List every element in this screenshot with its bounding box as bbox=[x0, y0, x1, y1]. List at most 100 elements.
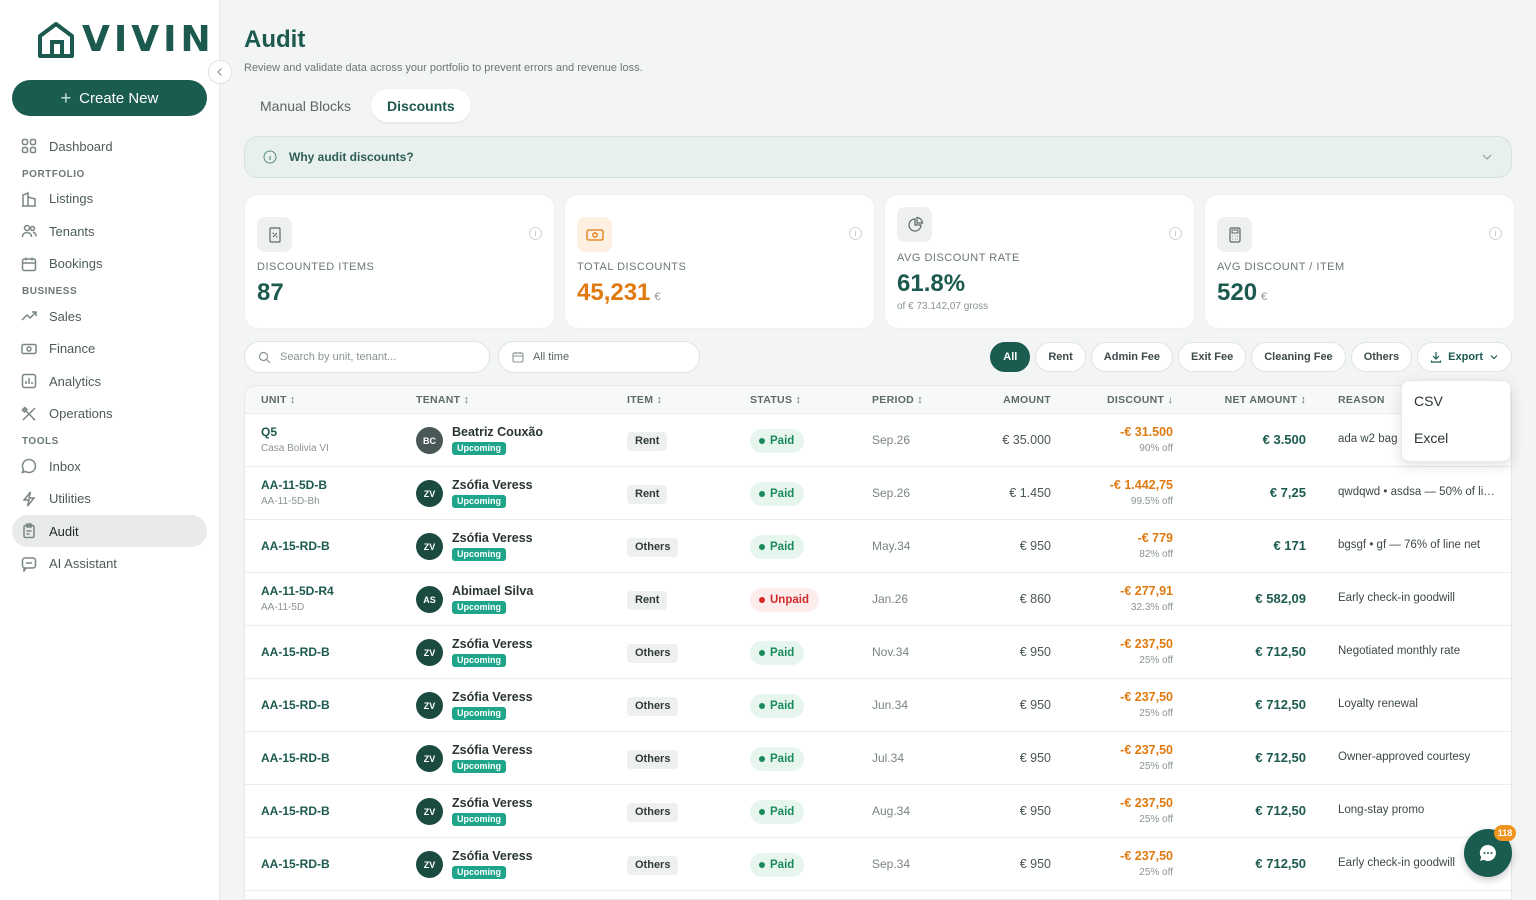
chip-rent[interactable]: Rent bbox=[1035, 342, 1086, 372]
unit-link[interactable]: AA-15-RD-B bbox=[261, 539, 330, 553]
discount-percent: 25% off bbox=[1139, 655, 1173, 666]
currency-unit: € bbox=[654, 291, 661, 303]
sidebar-item-label: Finance bbox=[49, 341, 96, 356]
chip-all[interactable]: All bbox=[990, 342, 1031, 372]
sidebar-item-inbox[interactable]: Inbox bbox=[12, 450, 207, 482]
chip-exit-fee[interactable]: Exit Fee bbox=[1178, 342, 1247, 372]
sidebar-item-dashboard[interactable]: Dashboard bbox=[12, 130, 207, 162]
table-row[interactable]: AA-15-RD-B ZV Zsófia Veress Upcoming Others P… bbox=[245, 520, 1511, 573]
unit-link[interactable]: AA-15-RD-B bbox=[261, 857, 330, 871]
table-row[interactable]: AA-15-RD-B ZV Zsófia Veress Upcoming Others P… bbox=[245, 732, 1511, 785]
table-row[interactable]: AA-15-RD-B ZV Zsófia Veress Upcoming Others P… bbox=[245, 679, 1511, 732]
tenant-name[interactable]: Zsófia Veress bbox=[452, 796, 533, 810]
sidebar-item-label: Utilities bbox=[49, 491, 91, 506]
tenant-name[interactable]: Zsófia Veress bbox=[452, 531, 533, 545]
sidebar-item-listings[interactable]: Listings bbox=[12, 183, 207, 215]
header-status[interactable]: STATUS ↕ bbox=[750, 394, 801, 406]
sidebar-item-finance[interactable]: Finance bbox=[12, 333, 207, 365]
sidebar-item-audit[interactable]: Audit bbox=[12, 515, 207, 547]
cash-icon bbox=[577, 217, 612, 252]
tenant-name[interactable]: Zsófia Veress bbox=[452, 690, 533, 704]
unit-link[interactable]: AA-15-RD-B bbox=[261, 645, 330, 659]
period: May.34 bbox=[872, 539, 911, 553]
sidebar-item-tenants[interactable]: Tenants bbox=[12, 215, 207, 247]
discount-percent: 25% off bbox=[1139, 814, 1173, 825]
header-tenant[interactable]: TENANT ↕ bbox=[416, 394, 469, 406]
tab-manual-blocks[interactable]: Manual Blocks bbox=[244, 89, 367, 122]
create-new-button[interactable]: + Create New bbox=[12, 80, 207, 116]
tenant-name[interactable]: Beatriz Couxão bbox=[452, 425, 543, 439]
export-button[interactable]: Export bbox=[1417, 342, 1512, 372]
discount-value: -€ 237,50 bbox=[1120, 796, 1173, 810]
sidebar-item-bookings[interactable]: Bookings bbox=[12, 248, 207, 280]
amount: € 860 bbox=[1019, 592, 1051, 606]
tenant-name[interactable]: Zsófia Veress bbox=[452, 478, 533, 492]
info-icon[interactable]: i bbox=[1169, 227, 1182, 240]
tenant-name[interactable]: Abimael Silva bbox=[452, 584, 533, 598]
sidebar-item-sales[interactable]: Sales bbox=[12, 300, 207, 332]
discount-percent: 32.3% off bbox=[1130, 602, 1173, 613]
status-dot bbox=[759, 650, 765, 656]
header-item[interactable]: ITEM ↕ bbox=[627, 394, 662, 406]
table-row[interactable]: AA-11-5D-B AA-11-5D-Bh ZV Zsófia Veress Upco… bbox=[245, 467, 1511, 520]
table-row[interactable]: AA-15-RD-B ZV Zsófia Veress Upcoming Others P… bbox=[245, 838, 1511, 891]
sidebar-item-utilities[interactable]: Utilities bbox=[12, 483, 207, 515]
item-type-chips: All Rent Admin Fee Exit Fee Cleaning Fee… bbox=[990, 342, 1512, 372]
section-tools: TOOLS bbox=[22, 436, 59, 447]
pie-chart-icon bbox=[897, 207, 932, 242]
discount-value: -€ 779 bbox=[1137, 531, 1173, 545]
info-icon[interactable]: i bbox=[529, 227, 542, 240]
chip-cleaning-fee[interactable]: Cleaning Fee bbox=[1251, 342, 1346, 372]
tenant-name[interactable]: Zsófia Veress bbox=[452, 743, 533, 757]
building-icon bbox=[22, 191, 36, 207]
users-icon bbox=[21, 224, 37, 238]
sidebar-item-operations[interactable]: Operations bbox=[12, 398, 207, 430]
info-icon[interactable]: i bbox=[1489, 227, 1502, 240]
section-portfolio: PORTFOLIO bbox=[22, 168, 85, 180]
tenant-name[interactable]: Zsófia Veress bbox=[452, 849, 533, 863]
sidebar-item-ai-assistant[interactable]: AI Assistant bbox=[12, 548, 207, 580]
avatar: ZV bbox=[416, 480, 443, 507]
kpi-card-total-discounts: i TOTAL DISCOUNTS 45,231 € bbox=[564, 194, 875, 329]
info-icon[interactable]: i bbox=[849, 227, 862, 240]
sidebar-item-analytics[interactable]: Analytics bbox=[12, 365, 207, 397]
unit-link[interactable]: AA-11-5D-R4 bbox=[261, 584, 334, 598]
table-row[interactable]: Q5 Casa Bolivia VI BC Beatriz Couxão Upcomin… bbox=[245, 414, 1511, 467]
export-excel-option[interactable]: Excel bbox=[1414, 430, 1448, 446]
item-tag: Others bbox=[627, 538, 679, 557]
unit-link[interactable]: AA-15-RD-B bbox=[261, 698, 330, 712]
export-csv-option[interactable]: CSV bbox=[1414, 393, 1443, 409]
avatar: AS bbox=[416, 586, 443, 613]
tab-discounts[interactable]: Discounts bbox=[371, 89, 471, 122]
header-net-amount[interactable]: NET AMOUNT ↕ bbox=[1225, 394, 1306, 406]
header-period[interactable]: PERIOD ↕ bbox=[872, 394, 923, 406]
date-range-picker[interactable]: All time bbox=[498, 341, 700, 373]
collapse-sidebar-button[interactable] bbox=[208, 60, 232, 84]
avatar: ZV bbox=[416, 745, 443, 772]
chip-others[interactable]: Others bbox=[1350, 342, 1413, 372]
payment-status-badge: Paid bbox=[750, 853, 805, 877]
payment-status-badge: Unpaid bbox=[750, 588, 819, 612]
sidebar: VIVIN + Create New Dashboard PORTFOLIO L… bbox=[0, 0, 220, 900]
discount-percent: 25% off bbox=[1139, 708, 1173, 719]
table-row[interactable]: AA-11-5D-R4 AA-11-5D AS Abimael Silva Upcomi… bbox=[245, 573, 1511, 626]
header-discount[interactable]: DISCOUNT ↓ bbox=[1107, 394, 1173, 406]
table-row[interactable]: AA-15-RD-B ZV Zsófia Veress Upcoming Others P… bbox=[245, 626, 1511, 679]
logo[interactable]: VIVIN bbox=[36, 20, 215, 60]
search-input[interactable]: Search by unit, tenant... bbox=[244, 341, 490, 373]
unit-link[interactable]: AA-15-RD-B bbox=[261, 751, 330, 765]
item-tag: Others bbox=[627, 750, 679, 769]
chip-admin-fee[interactable]: Admin Fee bbox=[1090, 342, 1174, 372]
kpi-card-avg-discount-rate: i AVG DISCOUNT RATE 61.8% of € 73.142,07… bbox=[884, 194, 1195, 329]
table-row[interactable]: AA-15-RD-B ZV Zsófia Veress Upcoming Others P… bbox=[245, 785, 1511, 838]
period: Jun.34 bbox=[872, 698, 909, 712]
header-unit[interactable]: UNIT ↕ bbox=[261, 394, 295, 406]
grid-icon bbox=[21, 138, 37, 154]
tenant-name[interactable]: Zsófia Veress bbox=[452, 637, 533, 651]
unit-link[interactable]: Q5 bbox=[261, 425, 277, 439]
sidebar-item-label: Audit bbox=[49, 523, 79, 539]
unit-link[interactable]: AA-11-5D-B bbox=[261, 478, 327, 492]
why-audit-accordion[interactable]: Why audit discounts? bbox=[244, 136, 1512, 178]
net-amount: € 712,50 bbox=[1255, 644, 1306, 659]
unit-link[interactable]: AA-15-RD-B bbox=[261, 804, 330, 818]
